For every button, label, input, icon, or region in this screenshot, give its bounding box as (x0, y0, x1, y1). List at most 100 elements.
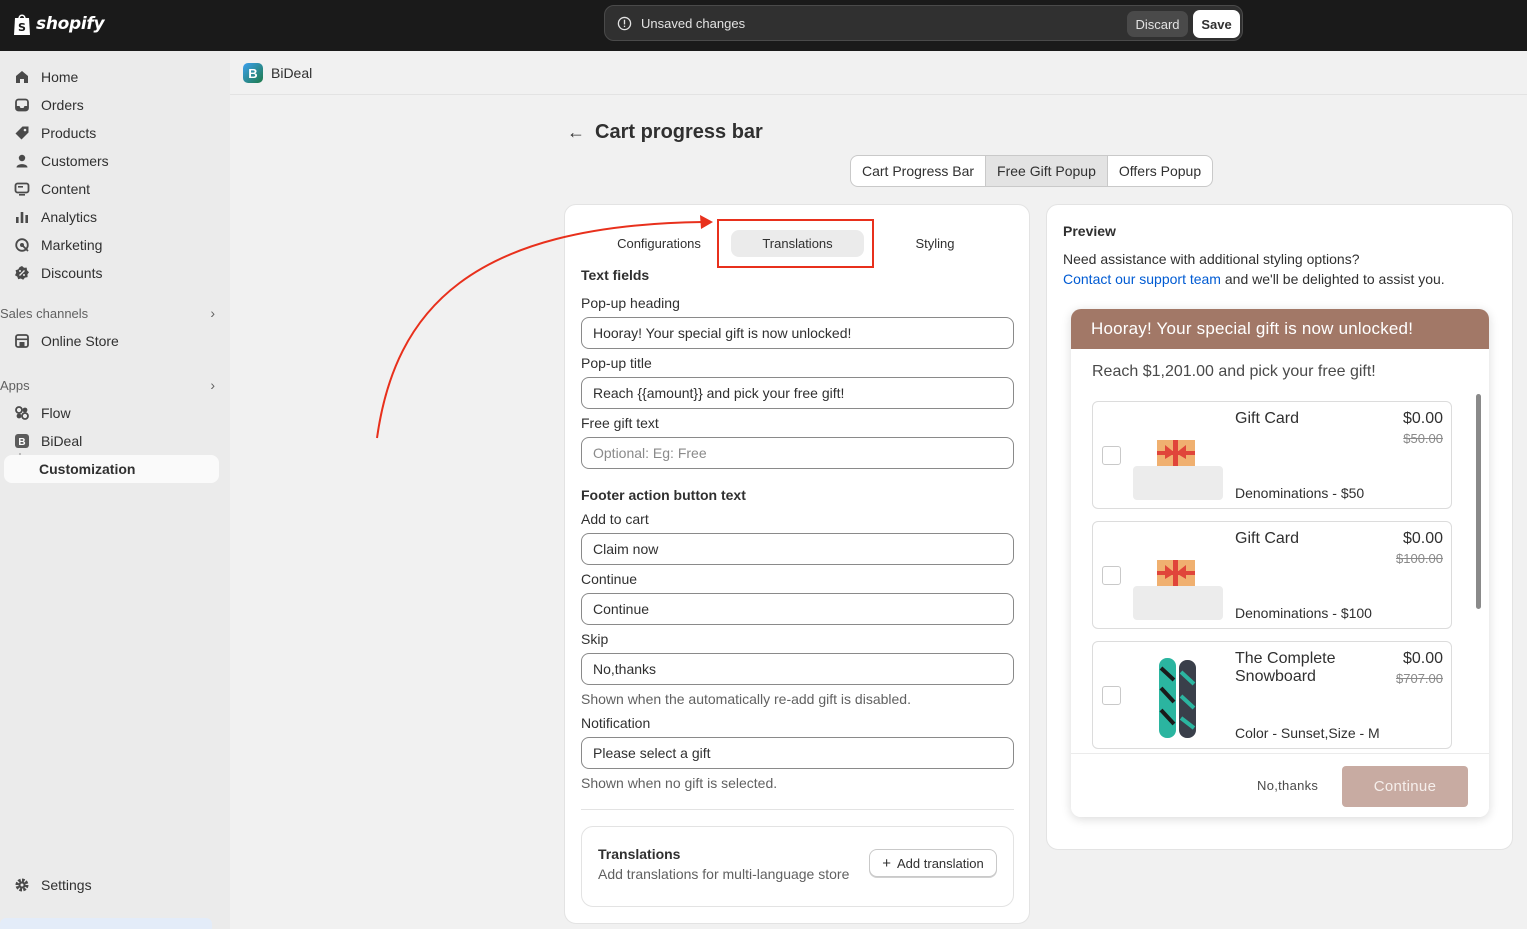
translations-form-card: Configurations Translations Styling Text… (564, 204, 1030, 924)
popup-title-input[interactable]: Reach {{amount}} and pick your free gift… (581, 377, 1014, 409)
divider (581, 809, 1014, 810)
alert-circle-icon (617, 16, 632, 31)
sidebar-item-customers[interactable]: Customers (6, 147, 219, 175)
sidebar: Home Orders Products Customers Content A… (0, 51, 230, 929)
preview-help-text: Need assistance with additional styling … (1063, 251, 1360, 267)
gift-price: $0.00 (1402, 530, 1443, 547)
add-translation-button[interactable]: + Add translation (869, 849, 997, 877)
discard-button[interactable]: Discard (1127, 11, 1188, 37)
tab-free-gift-popup[interactable]: Free Gift Popup (986, 156, 1108, 186)
notification-label: Notification (581, 715, 651, 731)
sidebar-item-analytics[interactable]: Analytics (6, 203, 219, 231)
sidebar-item-label: Discounts (41, 265, 103, 281)
preview-help-rest: and we'll be delighted to assist you. (1220, 271, 1445, 287)
flow-icon (14, 405, 30, 421)
sidebar-item-discounts[interactable]: Discounts (6, 259, 219, 287)
bideal-app-icon: B (14, 433, 30, 449)
apps-label: Apps (0, 377, 30, 393)
gift-checkbox[interactable] (1102, 686, 1121, 705)
skip-input[interactable]: No,thanks (581, 653, 1014, 685)
sidebar-item-label: Flow (41, 405, 71, 421)
tag-icon (14, 125, 30, 141)
preview-card: Preview Need assistance with additional … (1046, 204, 1513, 850)
sales-channels-header[interactable]: Sales channels › (0, 303, 219, 323)
translations-section: Translations Add translations for multi-… (581, 826, 1014, 907)
plus-icon: + (882, 854, 892, 872)
translations-title: Translations (598, 846, 681, 862)
tab-styling[interactable]: Styling (895, 230, 975, 257)
gift-card-image (1133, 538, 1223, 620)
preview-help-line: Contact our support team and we'll be de… (1063, 271, 1445, 287)
unsaved-changes-text: Unsaved changes (641, 16, 746, 31)
add-to-cart-label: Add to cart (581, 511, 649, 527)
person-icon (14, 153, 30, 169)
tab-offers-popup[interactable]: Offers Popup (1108, 156, 1212, 186)
gift-name: Gift Card (1235, 410, 1300, 427)
unsaved-changes-bar: Unsaved changes Discard Save (604, 5, 1243, 41)
gift-name: Gift Card (1235, 530, 1300, 547)
save-button[interactable]: Save (1193, 10, 1240, 38)
sidebar-item-label: Analytics (41, 209, 98, 225)
sidebar-item-label: BiDeal (41, 433, 83, 449)
continue-button[interactable]: Continue (1342, 766, 1468, 807)
annotation-highlight-box (717, 219, 874, 268)
sidebar-item-customization[interactable]: Customization (4, 455, 219, 483)
gift-item[interactable]: Gift Card $0.00 $50.00 Denominations - $… (1092, 401, 1452, 509)
shopify-bag-icon: S (14, 14, 30, 35)
sidebar-item-marketing[interactable]: Marketing (6, 231, 219, 259)
gift-original-price: $100.00 (1396, 551, 1443, 566)
contact-support-link[interactable]: Contact our support team (1063, 271, 1221, 287)
bideal-logo-icon: B (243, 63, 263, 83)
popup-type-tabs: Cart Progress Bar Free Gift Popup Offers… (850, 155, 1214, 187)
shopify-wordmark: shopify (36, 14, 105, 34)
gift-price: $0.00 (1402, 410, 1443, 427)
sidebar-item-content[interactable]: Content (6, 175, 219, 203)
popup-heading-input[interactable]: Hooray! Your special gift is now unlocke… (581, 317, 1014, 349)
shopify-logo[interactable]: S shopify (12, 12, 105, 36)
bar-chart-icon (14, 209, 30, 225)
apps-header[interactable]: Apps › (0, 375, 219, 395)
sidebar-item-flow[interactable]: Flow (6, 399, 219, 427)
svg-text:S: S (18, 21, 26, 34)
top-bar: S shopify Unsaved changes Discard Save (0, 0, 1527, 51)
continue-label: Continue (581, 571, 638, 587)
add-translation-label: Add translation (897, 855, 984, 871)
sidebar-item-settings[interactable]: Settings (6, 871, 219, 899)
gift-original-price: $707.00 (1396, 671, 1443, 686)
skip-label: Skip (581, 631, 609, 647)
sidebar-item-home[interactable]: Home (6, 63, 219, 91)
notification-input[interactable]: Please select a gift (581, 737, 1014, 769)
gift-item[interactable]: The Complete Snowboard $0.00 $707.00 Col… (1092, 641, 1452, 749)
skip-help-text: Shown when the automatically re-add gift… (581, 691, 911, 707)
no-thanks-button[interactable]: No,thanks (1257, 778, 1318, 793)
gift-original-price: $50.00 (1403, 431, 1443, 446)
free-gift-text-input[interactable]: Optional: Eg: Free (581, 437, 1014, 469)
gift-name: The Complete Snowboard (1235, 650, 1336, 685)
back-arrow-icon[interactable]: ← (567, 122, 585, 143)
translations-description: Add translations for multi-language stor… (598, 866, 850, 882)
sidebar-item-label: Customization (39, 461, 136, 477)
page-title: Cart progress bar (595, 121, 763, 143)
store-icon (14, 333, 30, 349)
gift-variant: Denominations - $100 (1235, 605, 1372, 621)
sidebar-item-products[interactable]: Products (6, 119, 219, 147)
sidebar-item-online-store[interactable]: Online Store (6, 327, 219, 355)
continue-input[interactable]: Continue (581, 593, 1014, 625)
sidebar-item-label: Settings (41, 877, 92, 893)
sidebar-item-bideal[interactable]: B BiDeal (6, 427, 219, 455)
sidebar-item-orders[interactable]: Orders (6, 91, 219, 119)
gift-checkbox[interactable] (1102, 566, 1121, 585)
gift-item[interactable]: Gift Card $0.00 $100.00 Denominations - … (1092, 521, 1452, 629)
popup-title-label: Pop-up title (581, 355, 652, 371)
popup-heading-label: Pop-up heading (581, 295, 680, 311)
gift-variant: Color - Sunset,Size - M (1235, 725, 1380, 741)
sales-channels-label: Sales channels (0, 305, 89, 321)
sidebar-item-label: Products (41, 125, 97, 141)
popup-scrollbar[interactable] (1476, 394, 1481, 609)
gift-checkbox[interactable] (1102, 446, 1121, 465)
popup-subtitle: Reach $1,201.00 and pick your free gift! (1092, 363, 1376, 380)
tab-cart-progress-bar[interactable]: Cart Progress Bar (851, 156, 987, 186)
sidebar-item-label: Marketing (41, 237, 103, 253)
tab-configurations[interactable]: Configurations (609, 230, 709, 257)
add-to-cart-input[interactable]: Claim now (581, 533, 1014, 565)
